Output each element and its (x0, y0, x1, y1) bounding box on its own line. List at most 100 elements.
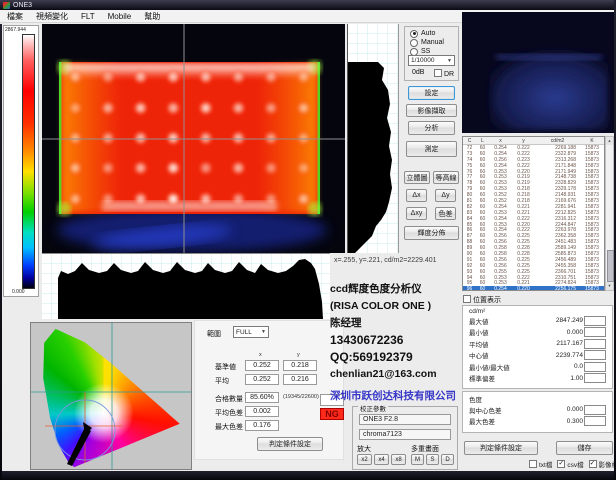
contact-line-0: ccd辉度色度分析仪 (330, 281, 437, 298)
stat-threshold-input[interactable] (584, 405, 606, 415)
stat-row: 最小値/最大値0.0 (463, 361, 612, 373)
menu-item-0[interactable]: 檔案 (7, 11, 23, 22)
table-row[interactable]: 96600.2540.2202256.17515873 (463, 286, 604, 291)
chroma-title: 色度 (463, 392, 612, 404)
save-option-1[interactable]: csv檔 (557, 459, 583, 469)
contact-line-4: QQ:569192379 (330, 349, 437, 366)
contact-line-5[interactable]: chenlian21@163.com (330, 366, 437, 383)
camera-thumbnail[interactable] (462, 12, 614, 133)
luminance-dist-button[interactable]: 輝度分佈 (404, 226, 459, 240)
cie-overlay (31, 323, 191, 469)
delta-y-button[interactable]: Δy (435, 189, 456, 202)
checkbox-icon (434, 69, 442, 77)
max-diff-label: 最大色差 (215, 422, 243, 432)
chevron-down-icon: ▼ (447, 58, 452, 64)
col-x-label: x (259, 352, 262, 358)
judge-settings-button[interactable]: 判定條件設定 (464, 441, 538, 455)
stat-threshold-input[interactable] (584, 350, 606, 360)
window-title: ONE3 (13, 2, 32, 9)
judge-settings-button-2[interactable]: 判定條件設定 (257, 437, 323, 451)
stat-threshold-input[interactable] (584, 327, 606, 337)
title-bar[interactable]: ONE3 (0, 0, 616, 10)
capture-button[interactable]: 影像擷取 (406, 104, 457, 117)
horizontal-profile (42, 253, 330, 319)
stat-row: 最大色差0.300 (463, 416, 612, 428)
radio-icon (410, 39, 418, 47)
delta-x-button[interactable]: Δx (406, 189, 427, 202)
pass-label: 合格數量 (215, 394, 243, 404)
judge-panel: 範圍 FULL▼ x y 基準値 0.252 0.218 平均 0.252 0.… (194, 320, 344, 460)
scroll-down-icon[interactable]: ▼ (606, 282, 613, 290)
stat-threshold-input[interactable] (584, 416, 606, 426)
cie-diagram-panel[interactable] (30, 322, 192, 470)
contour-button[interactable]: 等高線 (433, 171, 459, 184)
mode-radio-auto[interactable]: Auto (410, 29, 444, 38)
zoom-button-x2[interactable]: x2 (357, 454, 372, 465)
stat-row: 與中心色差0.000 (463, 404, 612, 416)
measure-button[interactable]: 測定 (406, 141, 457, 157)
scrollbar-thumb[interactable] (607, 250, 614, 282)
contact-line-1: (RISA COLOR ONE ) (330, 298, 437, 315)
checkbox-icon (557, 460, 565, 468)
mode-radio-manual[interactable]: Manual (410, 38, 444, 47)
stat-threshold-input[interactable] (584, 339, 606, 349)
stat-threshold-input[interactable] (584, 316, 606, 326)
window-frame-bottom (0, 471, 616, 480)
multiview-button-s[interactable]: S (426, 454, 439, 465)
table-header-cell: cd/m2 (535, 138, 580, 144)
menu-item-1[interactable]: 視頻變化 (36, 11, 68, 22)
analyze-button[interactable]: 分析 (408, 121, 455, 135)
contact-info: ccd辉度色度分析仪(RISA COLOR ONE )陈经理1343067223… (330, 281, 437, 383)
menu-item-3[interactable]: Mobile (108, 12, 132, 21)
thermal-image[interactable] (42, 24, 345, 253)
ref-y-field[interactable]: 0.218 (283, 360, 317, 371)
save-option-2[interactable]: 影像檔 (589, 459, 616, 469)
save-options: txt檔 csv檔影像檔 (524, 459, 616, 469)
pass-value: 85.60% (245, 392, 279, 403)
stat-threshold-input[interactable] (584, 362, 606, 372)
zoom-button-x4[interactable]: x4 (374, 454, 389, 465)
shutter-select[interactable]: 1/10000▼ (408, 55, 455, 66)
col-y-label: y (297, 352, 300, 358)
save-button[interactable]: 儲存 (556, 441, 613, 455)
checkbox-icon (589, 460, 597, 468)
set-button[interactable]: 設定 (408, 86, 455, 100)
ref-x-field[interactable]: 0.252 (245, 360, 279, 371)
avg-x-field[interactable]: 0.252 (245, 374, 279, 385)
table-header-cell: x (489, 138, 512, 144)
view3d-button[interactable]: 立體圖 (404, 171, 430, 184)
app-icon (3, 2, 10, 9)
calibration-field-2[interactable]: chroma7123 (359, 429, 451, 440)
delta-xy-button[interactable]: Δxy (406, 207, 427, 220)
colorbar-max: 2867.944 (5, 27, 26, 33)
zoom-button-x8[interactable]: x8 (391, 454, 406, 465)
multiview-button-d[interactable]: D (441, 454, 454, 465)
colordiff-button[interactable]: 色差 (435, 207, 456, 220)
chroma-stats-box: 色度 與中心色差0.000最大色差0.300 (462, 391, 613, 433)
stat-threshold-input[interactable] (584, 373, 606, 383)
dr-checkbox[interactable]: DR (434, 69, 454, 78)
position-toggle[interactable]: 位置表示 (463, 295, 501, 305)
measurement-table[interactable]: CLxycd/m2K 72600.2540.2222269.1881587373… (462, 136, 605, 291)
colorbar-gradient (22, 34, 35, 289)
stat-row: 最大値2847.249 (463, 315, 612, 327)
multiview-button-m[interactable]: M (411, 454, 424, 465)
menu-item-4[interactable]: 幫助 (144, 11, 160, 22)
thermal-image-canvas (42, 24, 345, 253)
chevron-down-icon: ▼ (261, 329, 266, 335)
table-header-cell: y (512, 138, 535, 144)
stat-row: 標準偏差1.00 (463, 373, 612, 385)
save-option-0[interactable]: txt檔 (529, 459, 552, 469)
stat-row: 最小値0.000 (463, 327, 612, 339)
range-select[interactable]: FULL▼ (233, 326, 269, 338)
radio-icon (410, 30, 418, 38)
calibration-field-1[interactable]: ONE3 F2.8 (359, 414, 451, 425)
avg-label: 平均 (215, 376, 229, 386)
stat-row: 中心値2239.774 (463, 350, 612, 362)
avg-y-field[interactable]: 0.216 (283, 374, 317, 385)
table-scrollbar[interactable]: ▲ ▼ (605, 136, 614, 291)
menu-item-2[interactable]: FLT (81, 12, 95, 21)
scroll-up-icon[interactable]: ▲ (606, 137, 613, 145)
calibration-title: 校正參數 (358, 403, 388, 413)
company-name[interactable]: 深圳市跃创达科技有限公司 (330, 388, 456, 403)
